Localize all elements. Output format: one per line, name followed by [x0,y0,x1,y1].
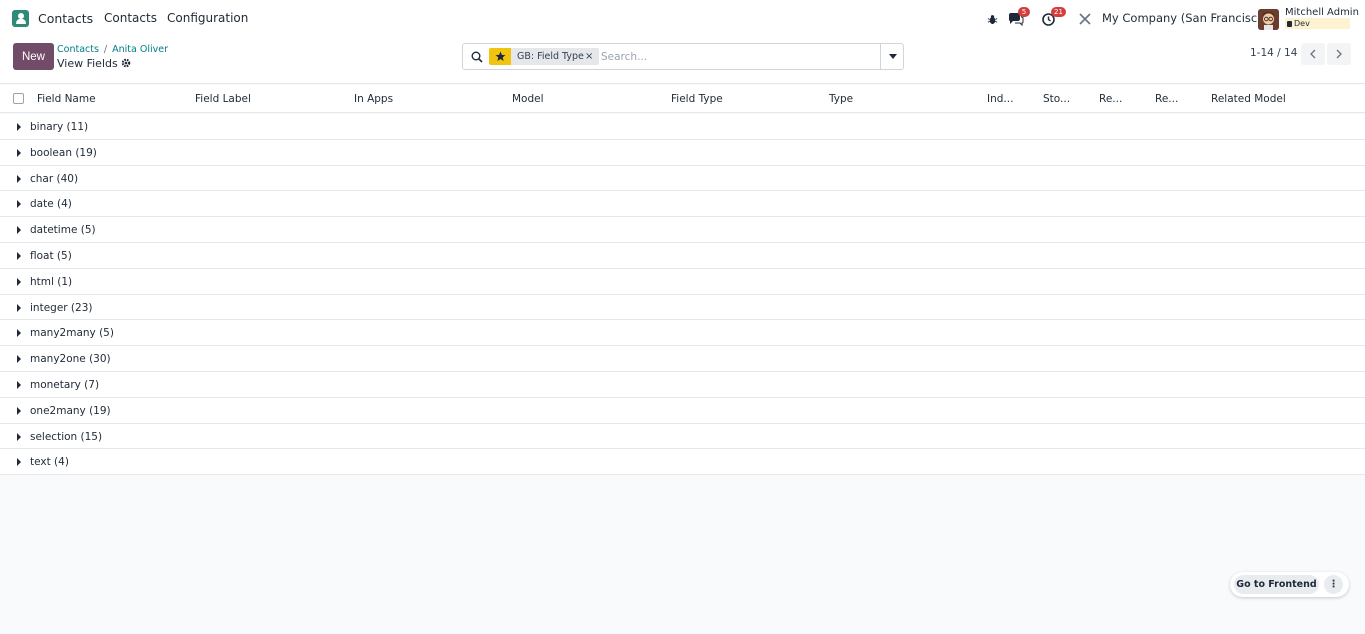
group-row-selection[interactable]: selection (15) [0,423,1365,450]
group-row-one2many[interactable]: one2many (19) [0,397,1365,424]
breadcrumb: Contacts / Anita Oliver [57,44,168,55]
debug-icon[interactable] [987,10,998,28]
select-all-checkbox[interactable] [13,93,24,104]
new-button[interactable]: New [13,43,54,70]
caret-right-icon [17,226,21,235]
caret-right-icon [17,123,21,131]
caret-right-icon [17,380,21,389]
group-row-float[interactable]: float (5) [0,242,1365,269]
group-list: binary (11) boolean (19) char (40) date … [0,114,1365,476]
activities-badge: 21 [1051,7,1066,17]
database-label: Dev [1294,19,1310,28]
column-field-type[interactable]: Field Type [671,93,723,105]
top-navbar: Contacts Contacts Configuration 5 21 My … [0,0,1365,37]
caret-right-icon [17,148,21,157]
group-row-date[interactable]: date (4) [0,191,1365,218]
group-row-datetime[interactable]: datetime (5) [0,217,1365,243]
column-field-name[interactable]: Field Name [37,93,96,105]
column-model[interactable]: Model [512,93,544,105]
group-row-text[interactable]: text (4) [0,449,1365,476]
caret-down-icon [888,54,897,59]
chevron-right-icon [1336,49,1342,59]
pager-next-button[interactable] [1327,43,1351,65]
favorite-facet-icon [489,48,511,65]
caret-right-icon [17,355,21,364]
pager-previous-button[interactable] [1301,43,1325,65]
group-row-boolean[interactable]: boolean (19) [0,139,1365,166]
breadcrumb-contacts[interactable]: Contacts [57,44,99,55]
group-row-many2many[interactable]: many2many (5) [0,320,1365,347]
caret-right-icon [17,406,21,415]
group-row-html[interactable]: html (1) [0,268,1365,295]
tools-icon[interactable] [1079,10,1091,28]
user-avatar[interactable] [1258,9,1279,30]
breadcrumb-record[interactable]: Anita Oliver [112,44,168,55]
company-switcher[interactable]: My Company (San Francisco) [1102,11,1269,25]
activities-icon[interactable]: 21 [1042,7,1066,28]
caret-right-icon [17,458,21,467]
search-icon[interactable] [471,51,483,63]
caret-right-icon [17,329,21,338]
column-stored[interactable]: Sto... [1043,93,1070,105]
go-to-frontend-button[interactable]: Go to Frontend [1234,575,1319,594]
menu-contacts[interactable]: Contacts [104,11,157,25]
column-field-label[interactable]: Field Label [195,93,251,105]
remove-facet-icon[interactable]: × [585,48,593,65]
group-row-monetary[interactable]: monetary (7) [0,371,1365,398]
search-options-toggle[interactable] [880,44,904,69]
chevron-left-icon [1310,49,1316,59]
database-icon [1287,21,1292,27]
group-row-binary[interactable]: binary (11) [0,114,1365,140]
search-bar: GB: Field Type × [462,43,904,70]
user-name[interactable]: Mitchell Admin [1285,7,1359,18]
caret-right-icon [17,277,21,286]
search-input[interactable] [601,48,871,65]
more-options-icon[interactable]: ⋮ [1324,575,1343,594]
group-row-char[interactable]: char (40) [0,165,1365,192]
menu-configuration[interactable]: Configuration [167,11,248,25]
column-required[interactable]: Re... [1155,93,1178,105]
control-panel: New Contacts / Anita Oliver View Fields GB… [0,37,1365,84]
group-row-integer[interactable]: integer (23) [0,294,1365,321]
column-related-model[interactable]: Related Model [1211,93,1286,105]
caret-right-icon [17,251,21,260]
caret-right-icon [17,432,21,441]
database-badge: Dev [1285,18,1350,29]
app-name[interactable]: Contacts [38,11,93,26]
caret-right-icon [17,174,21,183]
list-header: Field Name Field Label In Apps Model Fie… [0,85,1365,113]
frontend-toolbar: Go to Frontend ⋮ [1230,572,1349,597]
app-menu-icon[interactable] [12,10,29,27]
caret-right-icon [17,303,21,312]
pager-value[interactable]: 1-14 / 14 [1250,47,1297,59]
group-row-many2one[interactable]: many2one (30) [0,346,1365,372]
gear-icon[interactable] [121,58,131,68]
column-readonly[interactable]: Re... [1099,93,1122,105]
column-in-apps[interactable]: In Apps [354,93,393,105]
column-type[interactable]: Type [829,93,853,105]
messages-badge: 5 [1018,7,1030,17]
messages-icon[interactable]: 5 [1008,7,1030,28]
caret-right-icon [17,200,21,209]
page-title: View Fields [57,57,118,70]
column-indexed[interactable]: Ind... [987,93,1013,105]
